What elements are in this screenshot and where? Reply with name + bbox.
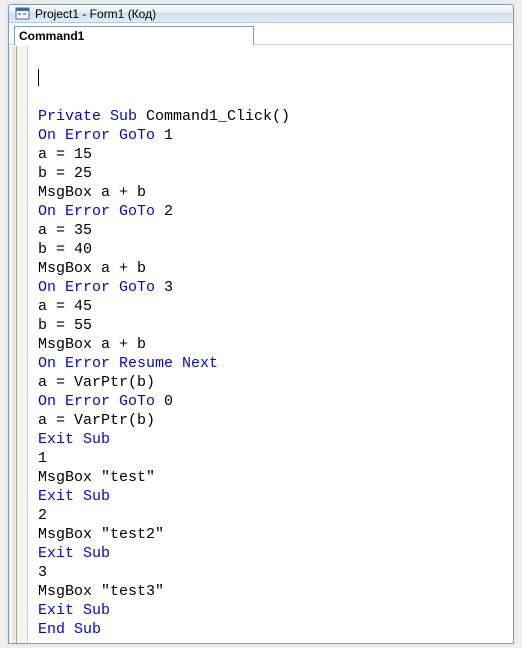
keyword-token: Exit Sub	[38, 602, 110, 619]
form-icon	[15, 6, 31, 22]
code-token: 2	[155, 203, 173, 220]
code-editor[interactable]: Private Sub Command1_Click()On Error GoT…	[28, 46, 513, 643]
code-line[interactable]: End Sub	[38, 620, 513, 639]
code-token: b = 55	[38, 317, 92, 334]
code-token: 3	[38, 564, 47, 581]
object-combo[interactable]: Command1	[14, 26, 254, 46]
code-token: a = 45	[38, 298, 92, 315]
code-token: a = VarPtr(b)	[38, 412, 155, 429]
code-line[interactable]: On Error GoTo 3	[38, 278, 513, 297]
code-token: MsgBox a + b	[38, 184, 146, 201]
code-line[interactable]: MsgBox "test3"	[38, 582, 513, 601]
code-line[interactable]: Exit Sub	[38, 430, 513, 449]
code-token: 1	[38, 450, 47, 467]
code-line[interactable]: On Error Resume Next	[38, 354, 513, 373]
code-line[interactable]: MsgBox "test"	[38, 468, 513, 487]
code-line[interactable]: MsgBox a + b	[38, 335, 513, 354]
code-token: a = 35	[38, 222, 92, 239]
code-token: MsgBox "test"	[38, 469, 155, 486]
text-caret	[38, 69, 39, 86]
keyword-token: On Error GoTo	[38, 279, 155, 296]
titlebar[interactable]: Project1 - Form1 (Код)	[9, 5, 513, 23]
code-line[interactable]: a = VarPtr(b)	[38, 411, 513, 430]
code-token: b = 25	[38, 165, 92, 182]
code-line[interactable]: MsgBox a + b	[38, 259, 513, 278]
code-line[interactable]: Exit Sub	[38, 601, 513, 620]
code-line[interactable]: MsgBox a + b	[38, 183, 513, 202]
code-line[interactable]: b = 40	[38, 240, 513, 259]
code-area: Private Sub Command1_Click()On Error GoT…	[9, 45, 513, 643]
code-token: b = 40	[38, 241, 92, 258]
code-window: Project1 - Form1 (Код) Command1 Private …	[8, 4, 514, 644]
code-token: MsgBox a + b	[38, 336, 146, 353]
keyword-token: On Error Resume Next	[38, 355, 218, 372]
code-line[interactable]: On Error GoTo 1	[38, 126, 513, 145]
code-token: 2	[38, 507, 47, 524]
window-title: Project1 - Form1 (Код)	[35, 7, 156, 21]
code-line[interactable]: Exit Sub	[38, 544, 513, 563]
code-line[interactable]: Private Sub Command1_Click()	[38, 107, 513, 126]
code-token: MsgBox a + b	[38, 260, 146, 277]
keyword-token: Exit Sub	[38, 431, 110, 448]
code-token: a = 15	[38, 146, 92, 163]
code-line[interactable]: b = 55	[38, 316, 513, 335]
splitter-bar[interactable]	[9, 46, 17, 643]
keyword-token: Exit Sub	[38, 545, 110, 562]
code-token: Command1_Click()	[137, 108, 290, 125]
code-line[interactable]: a = 35	[38, 221, 513, 240]
keyword-token: Private Sub	[38, 108, 137, 125]
code-line[interactable]: On Error GoTo 0	[38, 392, 513, 411]
code-token: MsgBox "test2"	[38, 526, 164, 543]
code-line[interactable]: 1	[38, 449, 513, 468]
code-line[interactable]: Exit Sub	[38, 487, 513, 506]
object-combo-row: Command1	[9, 23, 513, 45]
keyword-token: On Error GoTo	[38, 203, 155, 220]
code-line[interactable]: a = 45	[38, 297, 513, 316]
code-line[interactable]: MsgBox "test2"	[38, 525, 513, 544]
keyword-token: Exit Sub	[38, 488, 110, 505]
code-line[interactable]: b = 25	[38, 164, 513, 183]
indicator-margin	[17, 46, 28, 643]
keyword-token: On Error GoTo	[38, 127, 155, 144]
keyword-token: End Sub	[38, 621, 101, 638]
keyword-token: On Error GoTo	[38, 393, 155, 410]
code-token: MsgBox "test3"	[38, 583, 164, 600]
object-combo-value: Command1	[19, 29, 84, 43]
code-line[interactable]: a = 15	[38, 145, 513, 164]
code-token: 1	[155, 127, 173, 144]
code-line[interactable]: 3	[38, 563, 513, 582]
code-line[interactable]: a = VarPtr(b)	[38, 373, 513, 392]
code-token: 0	[155, 393, 173, 410]
code-token: 3	[155, 279, 173, 296]
code-line[interactable]: On Error GoTo 2	[38, 202, 513, 221]
code-line[interactable]: 2	[38, 506, 513, 525]
code-token: a = VarPtr(b)	[38, 374, 155, 391]
